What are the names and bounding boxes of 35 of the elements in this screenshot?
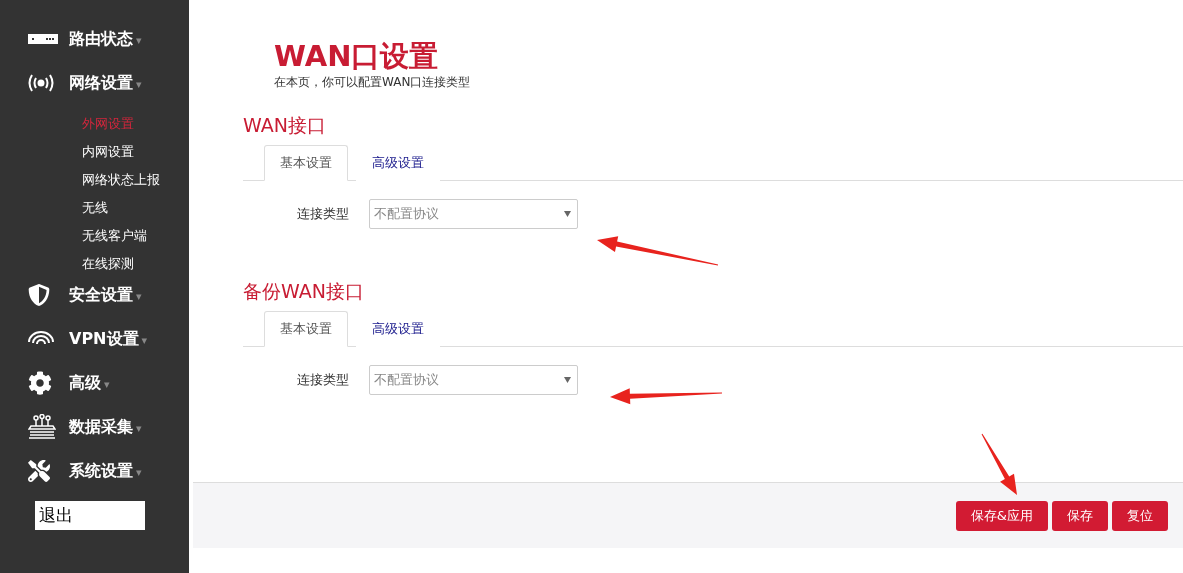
dropdown-caret-icon <box>564 377 571 383</box>
submenu-item[interactable]: 内网设置 <box>0 138 138 166</box>
menu-item[interactable]: 高级 ▾ <box>69 372 110 394</box>
menu-item[interactable]: 路由状态 ▾ <box>69 28 142 50</box>
submenu-item[interactable]: 网络状态上报 <box>0 166 164 194</box>
section-title: WAN接口 <box>243 113 326 137</box>
gear-icon <box>28 371 52 395</box>
submenu-item[interactable]: 无线 <box>0 194 112 222</box>
router-icon <box>28 34 58 44</box>
menu-item[interactable]: 数据采集 ▾ <box>69 416 142 438</box>
field-label: 连接类型 <box>297 371 350 389</box>
tools-icon <box>28 460 50 482</box>
menu-item[interactable]: VPN设置 ▾ <box>69 328 148 350</box>
logout-button[interactable]: 退出 <box>35 501 145 530</box>
section-title: 备份WAN接口 <box>243 279 364 303</box>
data-stack-icon <box>28 414 56 440</box>
annotation-arrow <box>981 433 1017 495</box>
action-button[interactable]: 保存 <box>1052 500 1108 531</box>
submenu-item[interactable]: 无线客户端 <box>0 222 151 250</box>
menu-item[interactable]: 安全设置 ▾ <box>69 284 142 306</box>
action-button[interactable]: 复位 <box>1112 500 1168 531</box>
broadcast-icon <box>28 74 54 92</box>
shield-icon <box>28 284 50 306</box>
page-title: WAN口设置 <box>274 38 439 74</box>
tab[interactable]: 基本设置 <box>264 311 348 347</box>
field-label: 连接类型 <box>297 205 350 223</box>
connection-type-dropdown[interactable]: 不配置协议 <box>369 199 578 229</box>
menu-item[interactable]: 系统设置 ▾ <box>69 460 142 482</box>
menu-item[interactable]: 网络设置 ▾ <box>69 72 142 94</box>
tab[interactable]: 基本设置 <box>264 145 348 181</box>
submenu-item[interactable]: 在线探测 <box>0 250 138 278</box>
page-description: 在本页，你可以配置WAN口连接类型 <box>274 74 471 91</box>
connection-type-dropdown[interactable]: 不配置协议 <box>369 365 578 395</box>
action-button[interactable]: 保存&应用 <box>955 500 1048 531</box>
dropdown-caret-icon <box>564 211 571 217</box>
